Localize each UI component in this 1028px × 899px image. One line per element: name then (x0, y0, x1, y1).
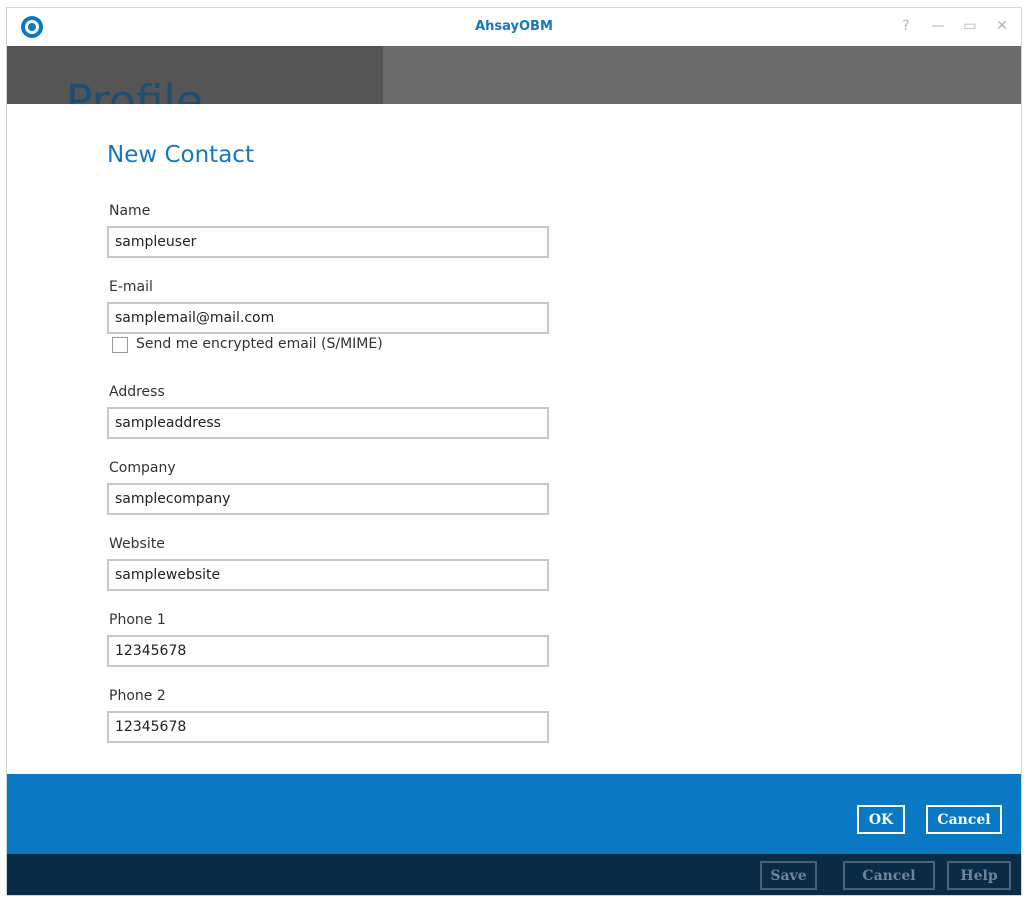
title-bar: AhsayOBM ? — ▭ ✕ (7, 8, 1021, 46)
smime-checkbox[interactable] (112, 337, 128, 353)
window-controls: ? — ▭ ✕ (897, 17, 1011, 37)
smime-checkbox-label[interactable]: Send me encrypted email (S/MIME) (136, 336, 383, 352)
minimize-icon[interactable]: — (929, 17, 947, 35)
close-icon[interactable]: ✕ (993, 17, 1011, 35)
website-field[interactable] (107, 559, 549, 591)
name-field[interactable] (107, 226, 549, 258)
email-label: E-mail (109, 279, 153, 295)
save-button[interactable]: Save (760, 861, 817, 890)
website-label: Website (109, 536, 165, 552)
form-title: New Contact (107, 142, 254, 168)
maximize-icon[interactable]: ▭ (961, 17, 979, 35)
phone1-field[interactable] (107, 635, 549, 667)
name-label: Name (109, 203, 151, 219)
email-field[interactable] (107, 302, 549, 334)
address-field[interactable] (107, 407, 549, 439)
address-label: Address (109, 384, 165, 400)
company-field[interactable] (107, 483, 549, 515)
company-label: Company (109, 460, 176, 476)
page-title: Profile (66, 76, 203, 104)
help-icon[interactable]: ? (897, 17, 915, 35)
help-button[interactable]: Help (947, 861, 1011, 890)
phone2-field[interactable] (107, 711, 549, 743)
cancel-button[interactable]: Cancel (926, 805, 1002, 834)
app-window: AhsayOBM ? — ▭ ✕ Profile New Contact Nam… (7, 8, 1021, 895)
new-contact-form: New Contact Name E-mail Send me encrypte… (7, 104, 1021, 774)
dialog-action-bar: OK Cancel (7, 774, 1021, 854)
phone1-label: Phone 1 (109, 612, 166, 628)
footer-bar: Save Cancel Help (7, 854, 1021, 895)
window-title: AhsayOBM (475, 19, 553, 34)
profile-header: Profile (7, 46, 1021, 104)
footer-cancel-button[interactable]: Cancel (843, 861, 935, 890)
ok-button[interactable]: OK (857, 805, 905, 834)
phone2-label: Phone 2 (109, 688, 166, 704)
